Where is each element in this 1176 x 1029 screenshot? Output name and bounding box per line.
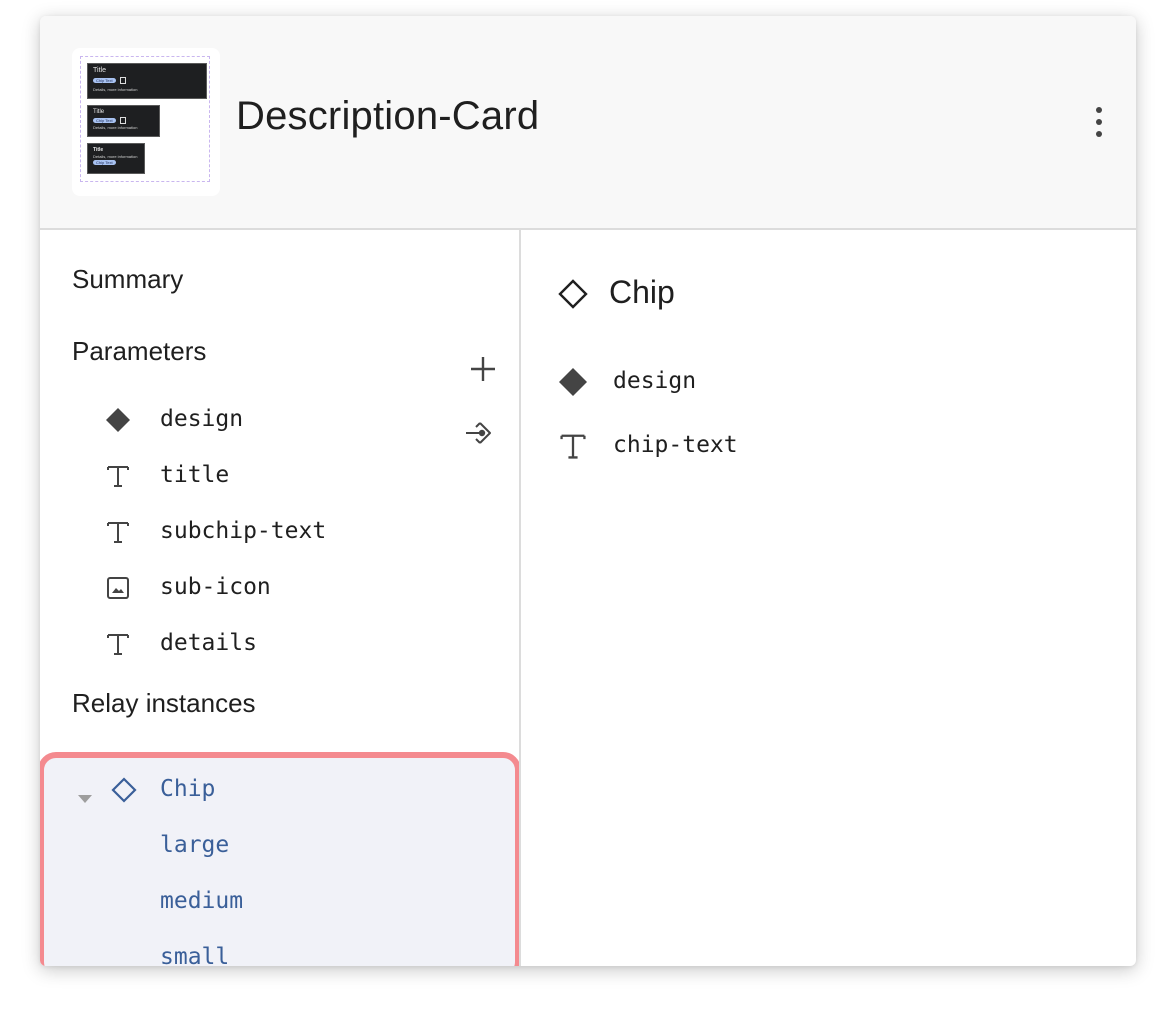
plus-icon xyxy=(471,357,495,381)
thumbnail-variant-small: Title Details, more information Chip Tex… xyxy=(87,143,145,174)
parameter-label: title xyxy=(160,462,230,488)
relay-variant-label: medium xyxy=(160,888,244,914)
bind-parameter-button[interactable] xyxy=(464,416,498,450)
parameter-label: sub-icon xyxy=(160,574,271,600)
instance-param-label: chip-text xyxy=(613,432,738,458)
thumbnail-details: Details, more information xyxy=(93,87,138,93)
expand-caret-icon[interactable] xyxy=(78,795,92,803)
thumbnail-chip: Chip Text xyxy=(93,78,116,84)
component-card: Title Chip Text Details, more informatio… xyxy=(40,16,1136,966)
relay-variant-small[interactable]: small xyxy=(44,940,515,966)
image-icon xyxy=(107,577,129,599)
thumbnail-variant-medium: Title Chip Text Details, more informatio… xyxy=(87,105,160,137)
parameter-row-title[interactable]: title xyxy=(104,456,504,496)
parameter-label: details xyxy=(160,630,257,656)
diamond-filled-icon xyxy=(559,368,587,396)
more-vert-icon[interactable] xyxy=(1086,104,1110,140)
thumbnail-title: Title xyxy=(93,147,104,153)
parameter-row-details[interactable]: details xyxy=(104,624,504,664)
parameter-row-sub-icon[interactable]: sub-icon xyxy=(104,568,504,608)
parameter-row-design[interactable]: design xyxy=(104,400,504,440)
thumbnail-chip: Chip Text xyxy=(93,118,116,124)
right-panel: Chip design chip-text xyxy=(521,230,1136,966)
left-panel: Summary Parameters design title subchip-… xyxy=(40,230,521,966)
parameters-heading: Parameters xyxy=(72,336,207,366)
thumbnail-chip: Chip Text xyxy=(93,160,116,165)
parameter-label: design xyxy=(160,406,244,432)
relay-variant-label: small xyxy=(160,944,230,966)
text-icon xyxy=(107,466,129,487)
instance-param-design[interactable]: design xyxy=(557,362,957,402)
parameter-row-subchip-text[interactable]: subchip-text xyxy=(104,512,504,552)
relay-instance-chip[interactable]: Chip xyxy=(44,772,515,808)
relay-instances-heading: Relay instances xyxy=(72,688,256,718)
thumbnail-title: Title xyxy=(93,109,105,115)
add-parameter-button[interactable] xyxy=(468,354,498,384)
relay-instance-label: Chip xyxy=(160,776,216,802)
relay-variant-medium[interactable]: medium xyxy=(44,884,515,920)
instance-title: Chip xyxy=(609,274,675,310)
relay-variant-large[interactable]: large xyxy=(44,828,515,864)
diamond-outline-icon xyxy=(111,777,137,803)
text-icon xyxy=(560,434,586,459)
relay-instances-highlight: Chip large medium small xyxy=(40,752,521,966)
text-icon xyxy=(107,634,129,655)
instance-param-label: design xyxy=(613,368,697,394)
thumbnail-icon xyxy=(119,117,126,124)
parameter-label: subchip-text xyxy=(160,518,327,544)
diamond-filled-icon xyxy=(106,408,130,432)
thumbnail-details: Details, more information xyxy=(93,125,138,131)
text-icon xyxy=(107,522,129,543)
thumbnail-variant-large: Title Chip Text Details, more informatio… xyxy=(87,63,207,99)
relay-variant-label: large xyxy=(160,832,230,858)
thumbnail-icon xyxy=(119,77,126,84)
summary-heading[interactable]: Summary xyxy=(72,264,183,295)
card-header: Title Chip Text Details, more informatio… xyxy=(40,16,1136,230)
component-thumbnail: Title Chip Text Details, more informatio… xyxy=(72,48,220,196)
thumbnail-title: Title xyxy=(93,67,106,74)
component-title: Description-Card xyxy=(236,94,540,138)
instance-param-chip-text[interactable]: chip-text xyxy=(557,426,957,466)
diamond-outline-icon xyxy=(558,279,588,309)
bind-input-icon xyxy=(466,422,491,444)
thumbnail-frame: Title Chip Text Details, more informatio… xyxy=(80,56,210,182)
